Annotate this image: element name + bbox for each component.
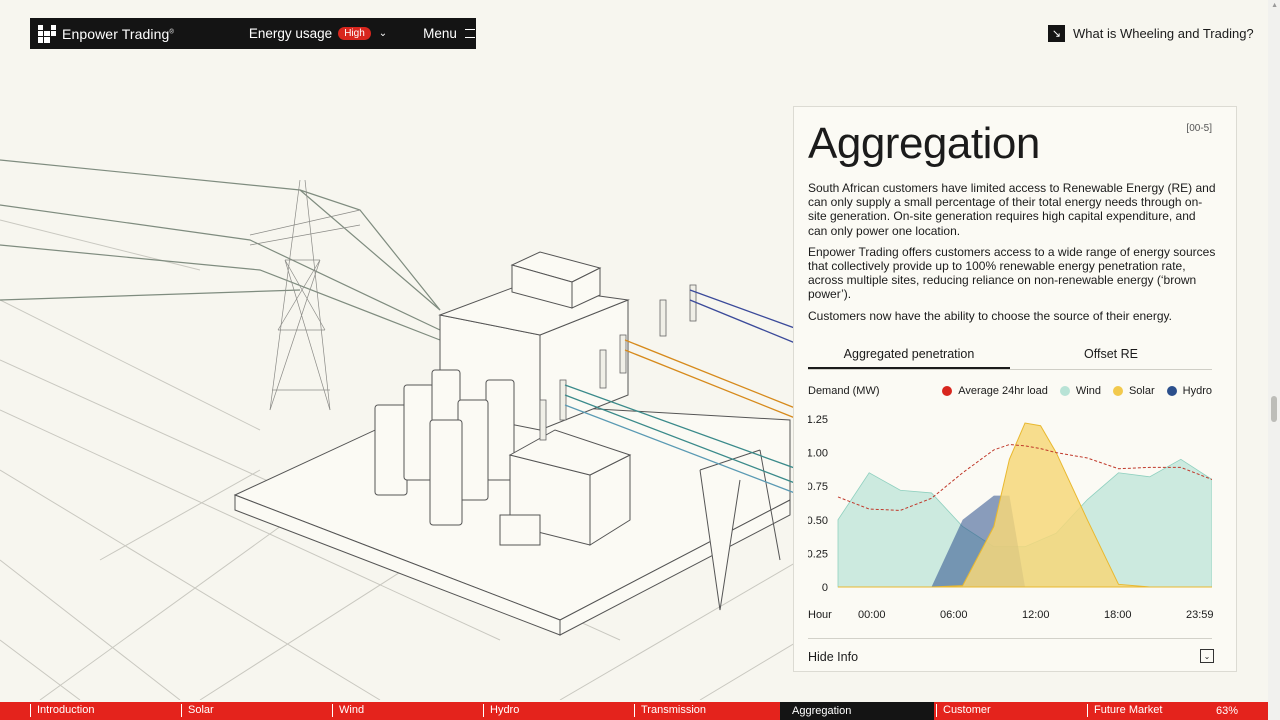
tab-offset-re[interactable]: Offset RE [1010, 347, 1212, 369]
section-nav: Introduction Solar Wind Hydro Transmissi… [0, 702, 1280, 720]
what-is-wheeling-link[interactable]: ↘ What is Wheeling and Trading? [1048, 25, 1254, 42]
y-axis-label: Demand (MW) [808, 385, 880, 397]
y-tick-label: 0 [822, 582, 828, 594]
substation-wireframe-illustration [0, 159, 800, 700]
menu-button[interactable]: Menu [423, 26, 475, 41]
brand-name: Enpower Trading® [62, 25, 174, 42]
panel-description: South African customers have limited acc… [808, 181, 1216, 330]
hide-info-button[interactable]: Hide Info [808, 650, 858, 664]
divider [808, 638, 1212, 639]
nav-item-solar[interactable]: Solar [181, 704, 214, 717]
top-bar: Enpower Trading® Energy usage High ⌄ Men… [30, 18, 476, 49]
menu-label: Menu [423, 26, 457, 41]
demand-chart: 1.25 1.00 0.75 0.50 0.25 0 [808, 414, 1212, 594]
legend-swatch [1112, 386, 1123, 396]
info-panel: Aggregation [00-5] South African custome… [793, 106, 1237, 672]
nav-item-future-market[interactable]: Future Market [1087, 704, 1162, 717]
x-tick-label: 18:00 [1104, 609, 1132, 621]
arrow-down-right-icon: ↘ [1048, 25, 1065, 42]
legend-item: Solar [1112, 385, 1155, 397]
paragraph: South African customers have limited acc… [808, 181, 1216, 238]
legend-item: Hydro [1166, 385, 1212, 397]
legend-item: Average 24hr load [942, 385, 1048, 397]
energy-usage-label: Energy usage [248, 26, 333, 41]
nav-item-transmission[interactable]: Transmission [634, 704, 706, 717]
what-is-wheeling-label: What is Wheeling and Trading? [1073, 26, 1254, 41]
nav-item-hydro[interactable]: Hydro [483, 704, 519, 717]
energy-usage-dropdown[interactable]: Energy usage High ⌄ [249, 26, 387, 41]
brand-logo[interactable]: Enpower Trading® [38, 24, 174, 43]
legend-swatch [942, 386, 953, 396]
energy-level-badge: High [338, 27, 371, 40]
x-tick-label: 23:59 [1186, 609, 1214, 621]
legend-swatch [1166, 386, 1177, 396]
nav-item-customer[interactable]: Customer [936, 704, 991, 717]
tab-aggregated-penetration[interactable]: Aggregated penetration [808, 347, 1010, 369]
scroll-thumb[interactable] [1271, 396, 1277, 422]
x-tick-label: 06:00 [940, 609, 968, 621]
paragraph: Enpower Trading offers customers access … [808, 244, 1216, 302]
y-tick-label: 0.50 [808, 515, 828, 527]
y-tick-label: 1.00 [808, 448, 828, 460]
scrollbar[interactable]: ▲ [1268, 0, 1280, 720]
progress-percent: 63% [1215, 705, 1238, 717]
x-tick-label: 00:00 [858, 609, 886, 621]
y-tick-label: 1.25 [808, 414, 828, 426]
y-tick-label: 0.75 [808, 481, 828, 493]
x-axis-label: Hour [808, 609, 832, 621]
x-tick-label: 12:00 [1022, 609, 1050, 621]
logo-icon [38, 24, 56, 43]
collapse-icon[interactable]: ⌄ [1200, 649, 1214, 663]
nav-item-introduction[interactable]: Introduction [30, 704, 94, 717]
y-tick-label: 0.25 [808, 548, 828, 560]
chevron-down-icon: ⌄ [378, 28, 388, 39]
legend-item: Wind [1059, 385, 1101, 397]
scroll-up-icon[interactable]: ▲ [1271, 2, 1278, 9]
panel-title: Aggregation [808, 119, 1040, 168]
chart-legend-row: Demand (MW) Average 24hr load Wind Solar… [808, 385, 1212, 397]
legend-swatch [1059, 386, 1070, 396]
nav-item-wind[interactable]: Wind [332, 704, 364, 717]
section-index: [00-5] [1186, 123, 1212, 134]
hamburger-icon [464, 29, 475, 38]
paragraph: Customers now have the ability to choose… [808, 308, 1172, 323]
chart-tabs: Aggregated penetration Offset RE [808, 347, 1212, 370]
nav-item-aggregation[interactable]: Aggregation [780, 702, 934, 720]
chart-legend: Average 24hr load Wind Solar Hydro [930, 385, 1212, 397]
